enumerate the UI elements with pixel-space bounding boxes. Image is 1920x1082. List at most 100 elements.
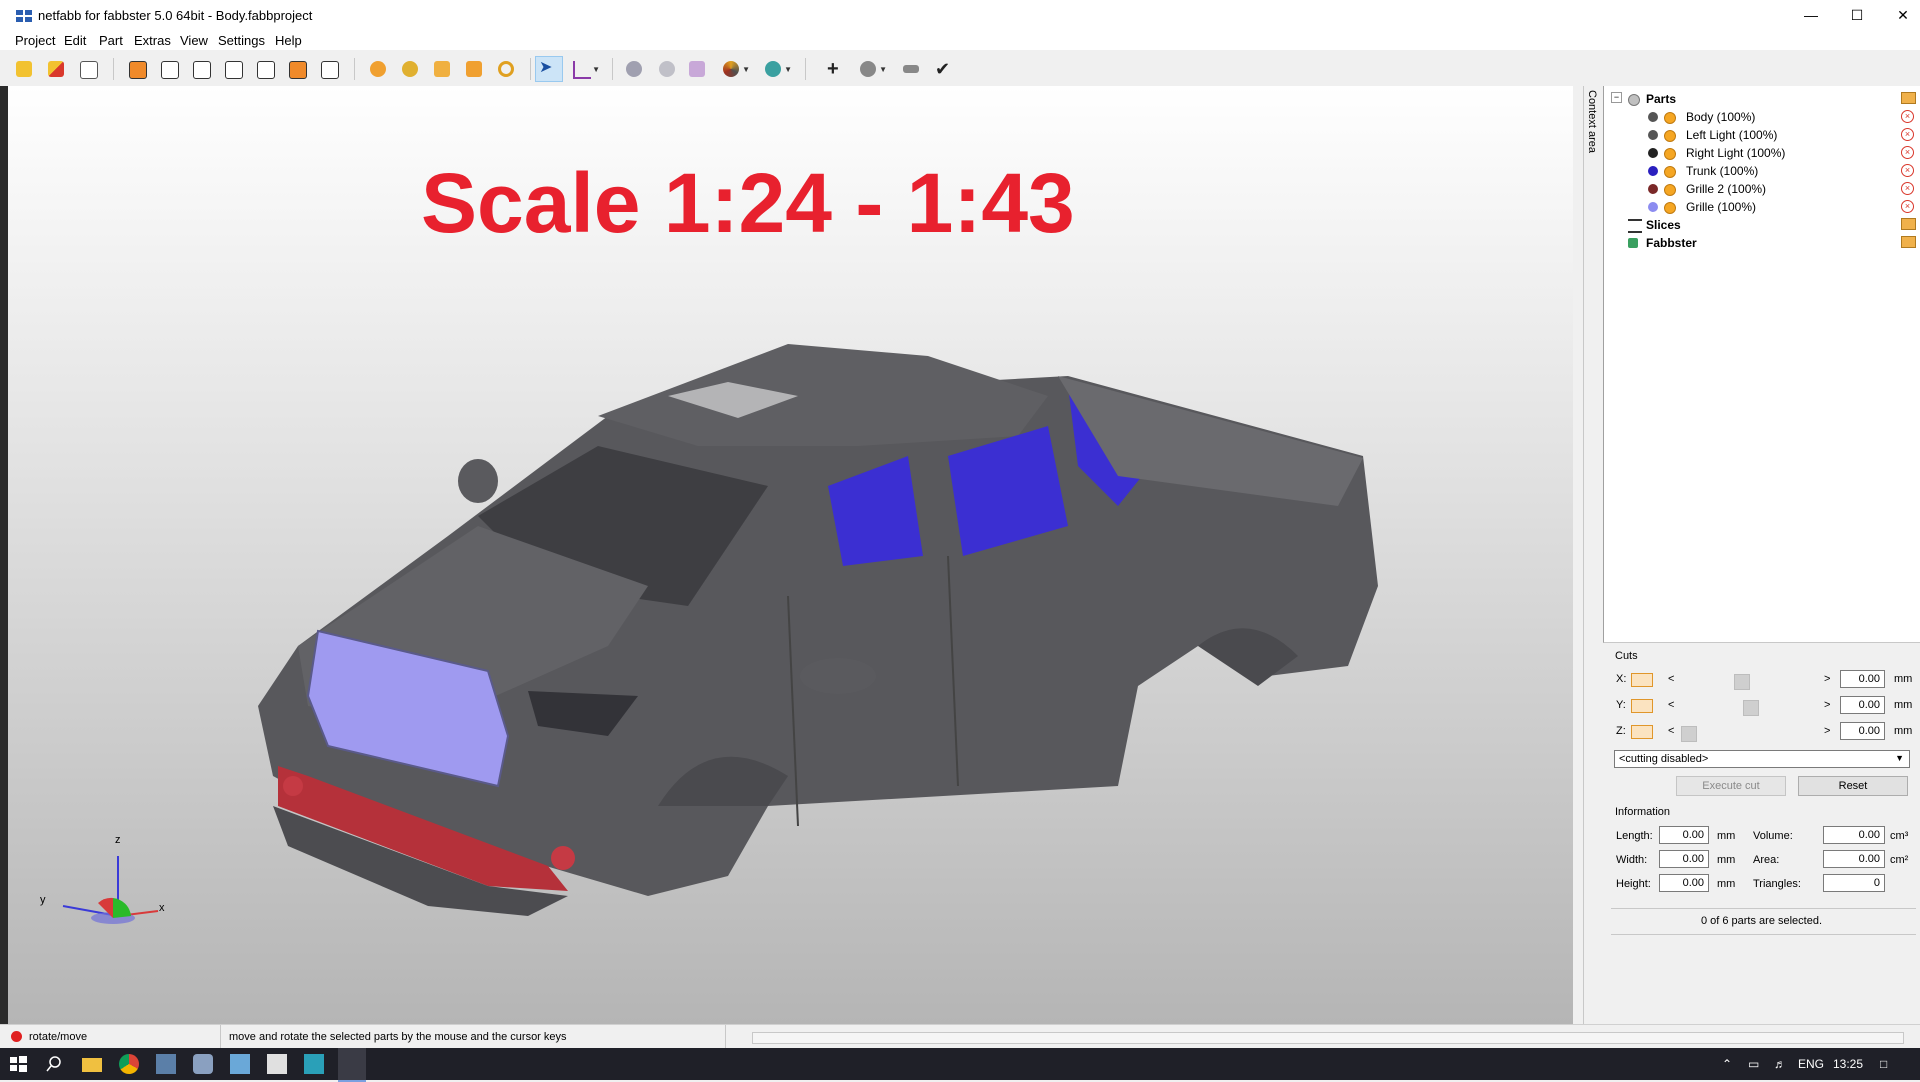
cut-z-slider[interactable] bbox=[1681, 726, 1789, 742]
chrome-icon[interactable] bbox=[119, 1054, 139, 1074]
remove-part-icon[interactable]: × bbox=[1901, 128, 1914, 141]
cut-x-left-arrow[interactable]: < bbox=[1668, 673, 1674, 685]
calculator-icon[interactable] bbox=[267, 1054, 287, 1074]
view-bottom-icon[interactable] bbox=[286, 58, 308, 80]
cut-z-right-arrow[interactable]: > bbox=[1824, 725, 1830, 737]
windows-start-icon[interactable] bbox=[8, 1054, 28, 1074]
panel-splitter[interactable] bbox=[1573, 86, 1583, 1024]
cut-x-color-icon[interactable] bbox=[1631, 673, 1653, 687]
add-part-icon[interactable] bbox=[45, 58, 67, 80]
cut-x-input[interactable]: 0.00 bbox=[1840, 670, 1885, 688]
visibility-icon[interactable] bbox=[1664, 184, 1676, 196]
zoom-all-icon[interactable] bbox=[367, 58, 389, 80]
select-pointer-icon[interactable]: ➤ bbox=[535, 56, 563, 82]
app-icon[interactable] bbox=[193, 1054, 213, 1074]
close-button[interactable]: ✕ bbox=[1880, 0, 1920, 30]
volume-icon[interactable]: ♬ bbox=[1774, 1057, 1786, 1071]
context-area-tab[interactable]: Context area bbox=[1583, 86, 1604, 1024]
menu-help[interactable]: Help bbox=[275, 33, 302, 48]
visibility-icon[interactable] bbox=[1664, 166, 1676, 178]
cut-z-slider-thumb[interactable] bbox=[1681, 726, 1697, 742]
clock[interactable]: 13:25 bbox=[1833, 1057, 1863, 1071]
cut-y-right-arrow[interactable]: > bbox=[1824, 699, 1830, 711]
menu-project[interactable]: Project bbox=[15, 33, 55, 48]
open-project-icon[interactable] bbox=[13, 58, 35, 80]
add-icon[interactable]: + bbox=[824, 58, 846, 80]
netfabb-icon[interactable] bbox=[338, 1048, 366, 1082]
remove-part-icon[interactable]: × bbox=[1901, 164, 1914, 177]
measure-axis-icon[interactable]: ▼ bbox=[570, 58, 600, 80]
tree-item-grille-2[interactable]: Grille 2 (100%) × bbox=[1608, 179, 1918, 196]
dropdown-arrow-icon[interactable]: ▼ bbox=[784, 65, 792, 74]
ruler-icon[interactable] bbox=[900, 58, 922, 80]
visibility-icon[interactable] bbox=[1664, 202, 1676, 214]
visibility-icon[interactable] bbox=[1664, 130, 1676, 142]
view-back-icon[interactable] bbox=[158, 58, 180, 80]
tree-item-right-light[interactable]: Right Light (100%) × bbox=[1608, 143, 1918, 160]
menu-extras[interactable]: Extras bbox=[134, 33, 171, 48]
truck-body-model[interactable] bbox=[8, 86, 1573, 1024]
points-icon[interactable] bbox=[656, 58, 678, 80]
visibility-icon[interactable] bbox=[1664, 148, 1676, 160]
dropdown-arrow-icon[interactable]: ▼ bbox=[592, 65, 600, 74]
chevron-up-icon[interactable]: ⌃ bbox=[1722, 1057, 1732, 1071]
print-preview-icon[interactable] bbox=[77, 58, 99, 80]
view-front-icon[interactable] bbox=[126, 58, 148, 80]
color-palette-icon[interactable]: ▼ bbox=[720, 58, 750, 80]
cut-z-color-icon[interactable] bbox=[1631, 725, 1653, 739]
menu-part[interactable]: Part bbox=[99, 33, 123, 48]
cut-y-slider-thumb[interactable] bbox=[1743, 700, 1759, 716]
menu-settings[interactable]: Settings bbox=[218, 33, 265, 48]
view-right-icon[interactable] bbox=[222, 58, 244, 80]
tree-item-body[interactable]: Body (100%) × bbox=[1608, 107, 1918, 124]
mesh-icon[interactable] bbox=[686, 58, 708, 80]
cut-z-left-arrow[interactable]: < bbox=[1668, 725, 1674, 737]
minimize-button[interactable]: — bbox=[1788, 0, 1834, 30]
view-top-icon[interactable] bbox=[254, 58, 276, 80]
app-icon[interactable] bbox=[156, 1054, 176, 1074]
cut-x-slider[interactable] bbox=[1681, 674, 1789, 690]
cut-y-input[interactable]: 0.00 bbox=[1840, 696, 1885, 714]
visibility-icon[interactable] bbox=[1664, 112, 1676, 124]
search-icon[interactable] bbox=[44, 1054, 64, 1074]
reset-button[interactable]: Reset bbox=[1798, 776, 1908, 796]
zoom-platform-icon[interactable] bbox=[431, 58, 453, 80]
remove-part-icon[interactable]: × bbox=[1901, 146, 1914, 159]
zoom-window-icon[interactable] bbox=[463, 58, 485, 80]
tree-node-slices[interactable]: Slices bbox=[1608, 215, 1918, 233]
tree-node-parts[interactable]: − Parts bbox=[1608, 89, 1918, 106]
cut-x-right-arrow[interactable]: > bbox=[1824, 673, 1830, 685]
folder-icon[interactable] bbox=[1901, 92, 1916, 104]
cut-x-slider-thumb[interactable] bbox=[1734, 674, 1750, 690]
language-indicator[interactable]: ENG bbox=[1798, 1057, 1824, 1071]
tree-item-left-light[interactable]: Left Light (100%) × bbox=[1608, 125, 1918, 142]
remove-part-icon[interactable]: × bbox=[1901, 182, 1914, 195]
app-icon[interactable] bbox=[304, 1054, 324, 1074]
cut-y-slider[interactable] bbox=[1681, 700, 1789, 716]
tree-item-trunk[interactable]: Trunk (100%) × bbox=[1608, 161, 1918, 178]
remove-part-icon[interactable]: × bbox=[1901, 110, 1914, 123]
execute-cut-button[interactable]: Execute cut bbox=[1676, 776, 1786, 796]
cut-y-left-arrow[interactable]: < bbox=[1668, 699, 1674, 711]
menu-edit[interactable]: Edit bbox=[64, 33, 86, 48]
cut-z-input[interactable]: 0.00 bbox=[1840, 722, 1885, 740]
zoom-selection-icon[interactable] bbox=[399, 58, 421, 80]
3d-viewport[interactable]: Scale 1:24 - 1:43 z y x bbox=[8, 86, 1573, 1024]
cutting-mode-select[interactable]: <cutting disabled> ▼ bbox=[1614, 750, 1910, 768]
dropdown-arrow-icon[interactable]: ▼ bbox=[742, 65, 750, 74]
file-explorer-icon[interactable] bbox=[82, 1058, 102, 1072]
chevron-down-icon[interactable]: ▼ bbox=[1895, 753, 1904, 763]
network-icon[interactable]: ▭ bbox=[1748, 1057, 1759, 1071]
cut-y-color-icon[interactable] bbox=[1631, 699, 1653, 713]
tree-node-fabbster[interactable]: Fabbster bbox=[1608, 233, 1918, 250]
maximize-button[interactable]: ☐ bbox=[1834, 0, 1880, 30]
view-left-icon[interactable] bbox=[190, 58, 212, 80]
rotate-shading-icon[interactable]: ▼ bbox=[857, 58, 887, 80]
repair-icon[interactable]: ▼ bbox=[762, 58, 792, 80]
notifications-icon[interactable]: □ bbox=[1880, 1057, 1887, 1071]
menu-view[interactable]: View bbox=[180, 33, 208, 48]
remove-part-icon[interactable]: × bbox=[1901, 200, 1914, 213]
checkmark-icon[interactable]: ✔ bbox=[932, 58, 954, 80]
zoom-icon[interactable] bbox=[495, 58, 517, 80]
notepad-icon[interactable] bbox=[230, 1054, 250, 1074]
